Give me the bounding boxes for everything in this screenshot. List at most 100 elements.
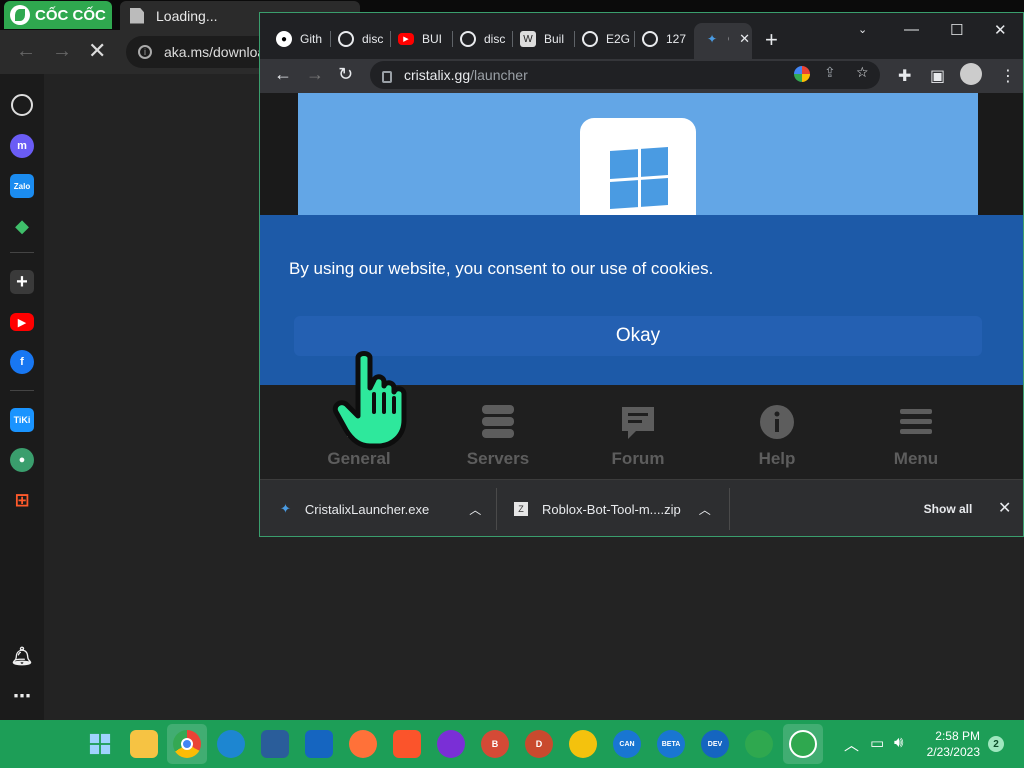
forum-icon [588,403,688,441]
zalo-icon[interactable]: Zalo [10,174,34,198]
youtube-icon[interactable]: ▶ [10,313,34,331]
chrome-beta-icon[interactable]: B [481,730,509,758]
download-item[interactable]: Z Roblox-Bot-Tool-m....zip ︿ [514,480,711,536]
game-ball-icon[interactable]: ● [10,448,34,472]
more-icon[interactable]: ⋯ [10,684,34,708]
file-explorer-icon[interactable] [130,730,158,758]
back-arrow-icon[interactable]: ← [274,64,292,85]
coccoc-url-text: aka.ms/downloa [164,44,266,60]
url-domain: cristalix.gg [404,67,471,83]
chevron-up-icon[interactable]: ︿ [699,501,711,518]
coccoc-leaf-icon [10,5,30,25]
edge-beta-icon[interactable]: BETA [657,730,685,758]
tab-search-icon[interactable]: ⌄ [858,23,867,36]
coccoc-brand-label: CỐC CỐC [35,6,106,24]
nav-help[interactable]: Help [727,403,827,469]
extensions-icon[interactable]: ✚ [898,66,911,86]
chrome-canary-icon[interactable] [569,730,597,758]
tab-label: disc [362,32,384,46]
globe-icon [582,31,598,47]
close-icon[interactable]: ✕ [998,498,1011,518]
download-shelf: ✦ CristalixLauncher.exe ︿ Z Roblox-Bot-T… [260,479,1023,536]
nav-menu[interactable]: Menu [866,403,966,469]
coccoc-icon[interactable] [745,730,773,758]
new-tab-icon[interactable]: + [765,27,778,53]
cristalix-icon: ✦ [706,32,718,46]
windows-logo-icon [610,146,668,210]
firefox-icon[interactable] [349,730,377,758]
more-menu-icon[interactable]: ⋮ [1000,66,1016,86]
tab-label: 127 [666,32,687,46]
globe-icon [460,31,476,47]
shop-cart-icon[interactable]: ⊞ [10,488,34,512]
tab-label: Gith [300,32,323,46]
reload-icon[interactable]: ↻ [338,64,353,85]
tray-overflow-icon[interactable]: ︿ [844,734,859,755]
system-clock[interactable]: 2:58 PM 2/23/2023 [924,728,980,760]
chrome-window: ● Gith disc ▶ BUI disc W Buil E2G 127 ✦ … [259,12,1024,537]
edge-canary-icon[interactable]: CAN [613,730,641,758]
bookmark-star-icon[interactable]: ☆ [856,64,869,81]
game-app-icon[interactable] [437,730,465,758]
add-icon[interactable]: + [10,270,34,294]
chrome-icon[interactable] [173,730,201,758]
forward-arrow-icon[interactable]: → [52,40,72,63]
info-icon: i [138,45,152,59]
nav-forum[interactable]: Forum [588,403,688,469]
tab-e2g[interactable]: E2G [574,23,632,55]
show-all-button[interactable]: Show all [911,496,985,522]
edge-icon[interactable] [217,730,245,758]
globe-icon [338,31,354,47]
globe-icon [642,31,658,47]
download-item[interactable]: ✦ CristalixLauncher.exe ︿ [280,480,481,536]
nav-servers[interactable]: Servers [448,403,548,469]
photos-icon[interactable] [261,730,289,758]
tab-label: E2G [606,32,631,46]
profile-avatar[interactable] [960,63,982,85]
messenger-icon[interactable]: m [10,134,34,158]
facebook-icon[interactable]: f [10,350,34,374]
google-lens-icon[interactable] [794,66,810,82]
tab-127[interactable]: 127 [634,23,692,55]
coccoc-active-icon[interactable] [789,730,817,758]
network-icon[interactable]: ▭ [870,734,884,752]
sidebar-divider [10,390,34,391]
maximize-icon[interactable]: ☐ [950,21,963,39]
volume-icon[interactable]: 🔊︎ [894,734,903,751]
history-icon[interactable] [11,94,33,116]
coccoc-logo[interactable]: CỐC CỐC [4,1,112,29]
bell-icon[interactable]: 🔔︎ [10,644,34,668]
clock-date: 2/23/2023 [926,745,980,759]
wolf-icon: W [520,31,536,47]
minimize-icon[interactable]: — [904,21,919,38]
chrome-dev-icon[interactable]: D [525,730,553,758]
tab-build[interactable]: W Buil [512,23,572,55]
tab-youtube[interactable]: ▶ BUI [390,23,450,55]
hand-pointer-cursor-icon [330,350,410,450]
tab-disc-2[interactable]: disc [452,23,508,55]
brave-icon[interactable] [393,730,421,758]
tab-cristalix[interactable]: ✦ C ✕ [696,23,750,55]
close-window-icon[interactable]: ✕ [994,21,1007,39]
back-arrow-icon[interactable]: ← [16,40,36,63]
share-icon[interactable]: ⇪ [824,64,836,81]
github-icon: ● [276,31,292,47]
nav-label: Help [758,449,796,468]
nav-label: Menu [893,449,939,468]
close-tab-icon[interactable]: ✕ [739,31,750,47]
tab-label: BUI [422,32,443,46]
tab-github[interactable]: ● Gith [268,23,328,55]
edge-dev-icon[interactable]: DEV [701,730,729,758]
store-icon[interactable] [305,730,333,758]
forward-arrow-icon[interactable]: → [306,64,324,85]
gamepad-icon[interactable]: ◆ [10,214,34,238]
nav-label: Servers [466,449,530,468]
chrome-address-bar[interactable]: cristalix.gg /launcher ⇪ ☆ [370,61,880,89]
tab-disc-1[interactable]: disc [330,23,386,55]
notification-count-badge[interactable]: 2 [988,736,1004,752]
stop-loading-icon[interactable]: ✕ [88,38,106,64]
windows-start-icon[interactable] [86,730,114,758]
tiki-icon[interactable]: TiKi [10,408,34,432]
chevron-up-icon[interactable]: ︿ [469,501,481,518]
side-panel-icon[interactable]: ▣ [930,66,945,86]
